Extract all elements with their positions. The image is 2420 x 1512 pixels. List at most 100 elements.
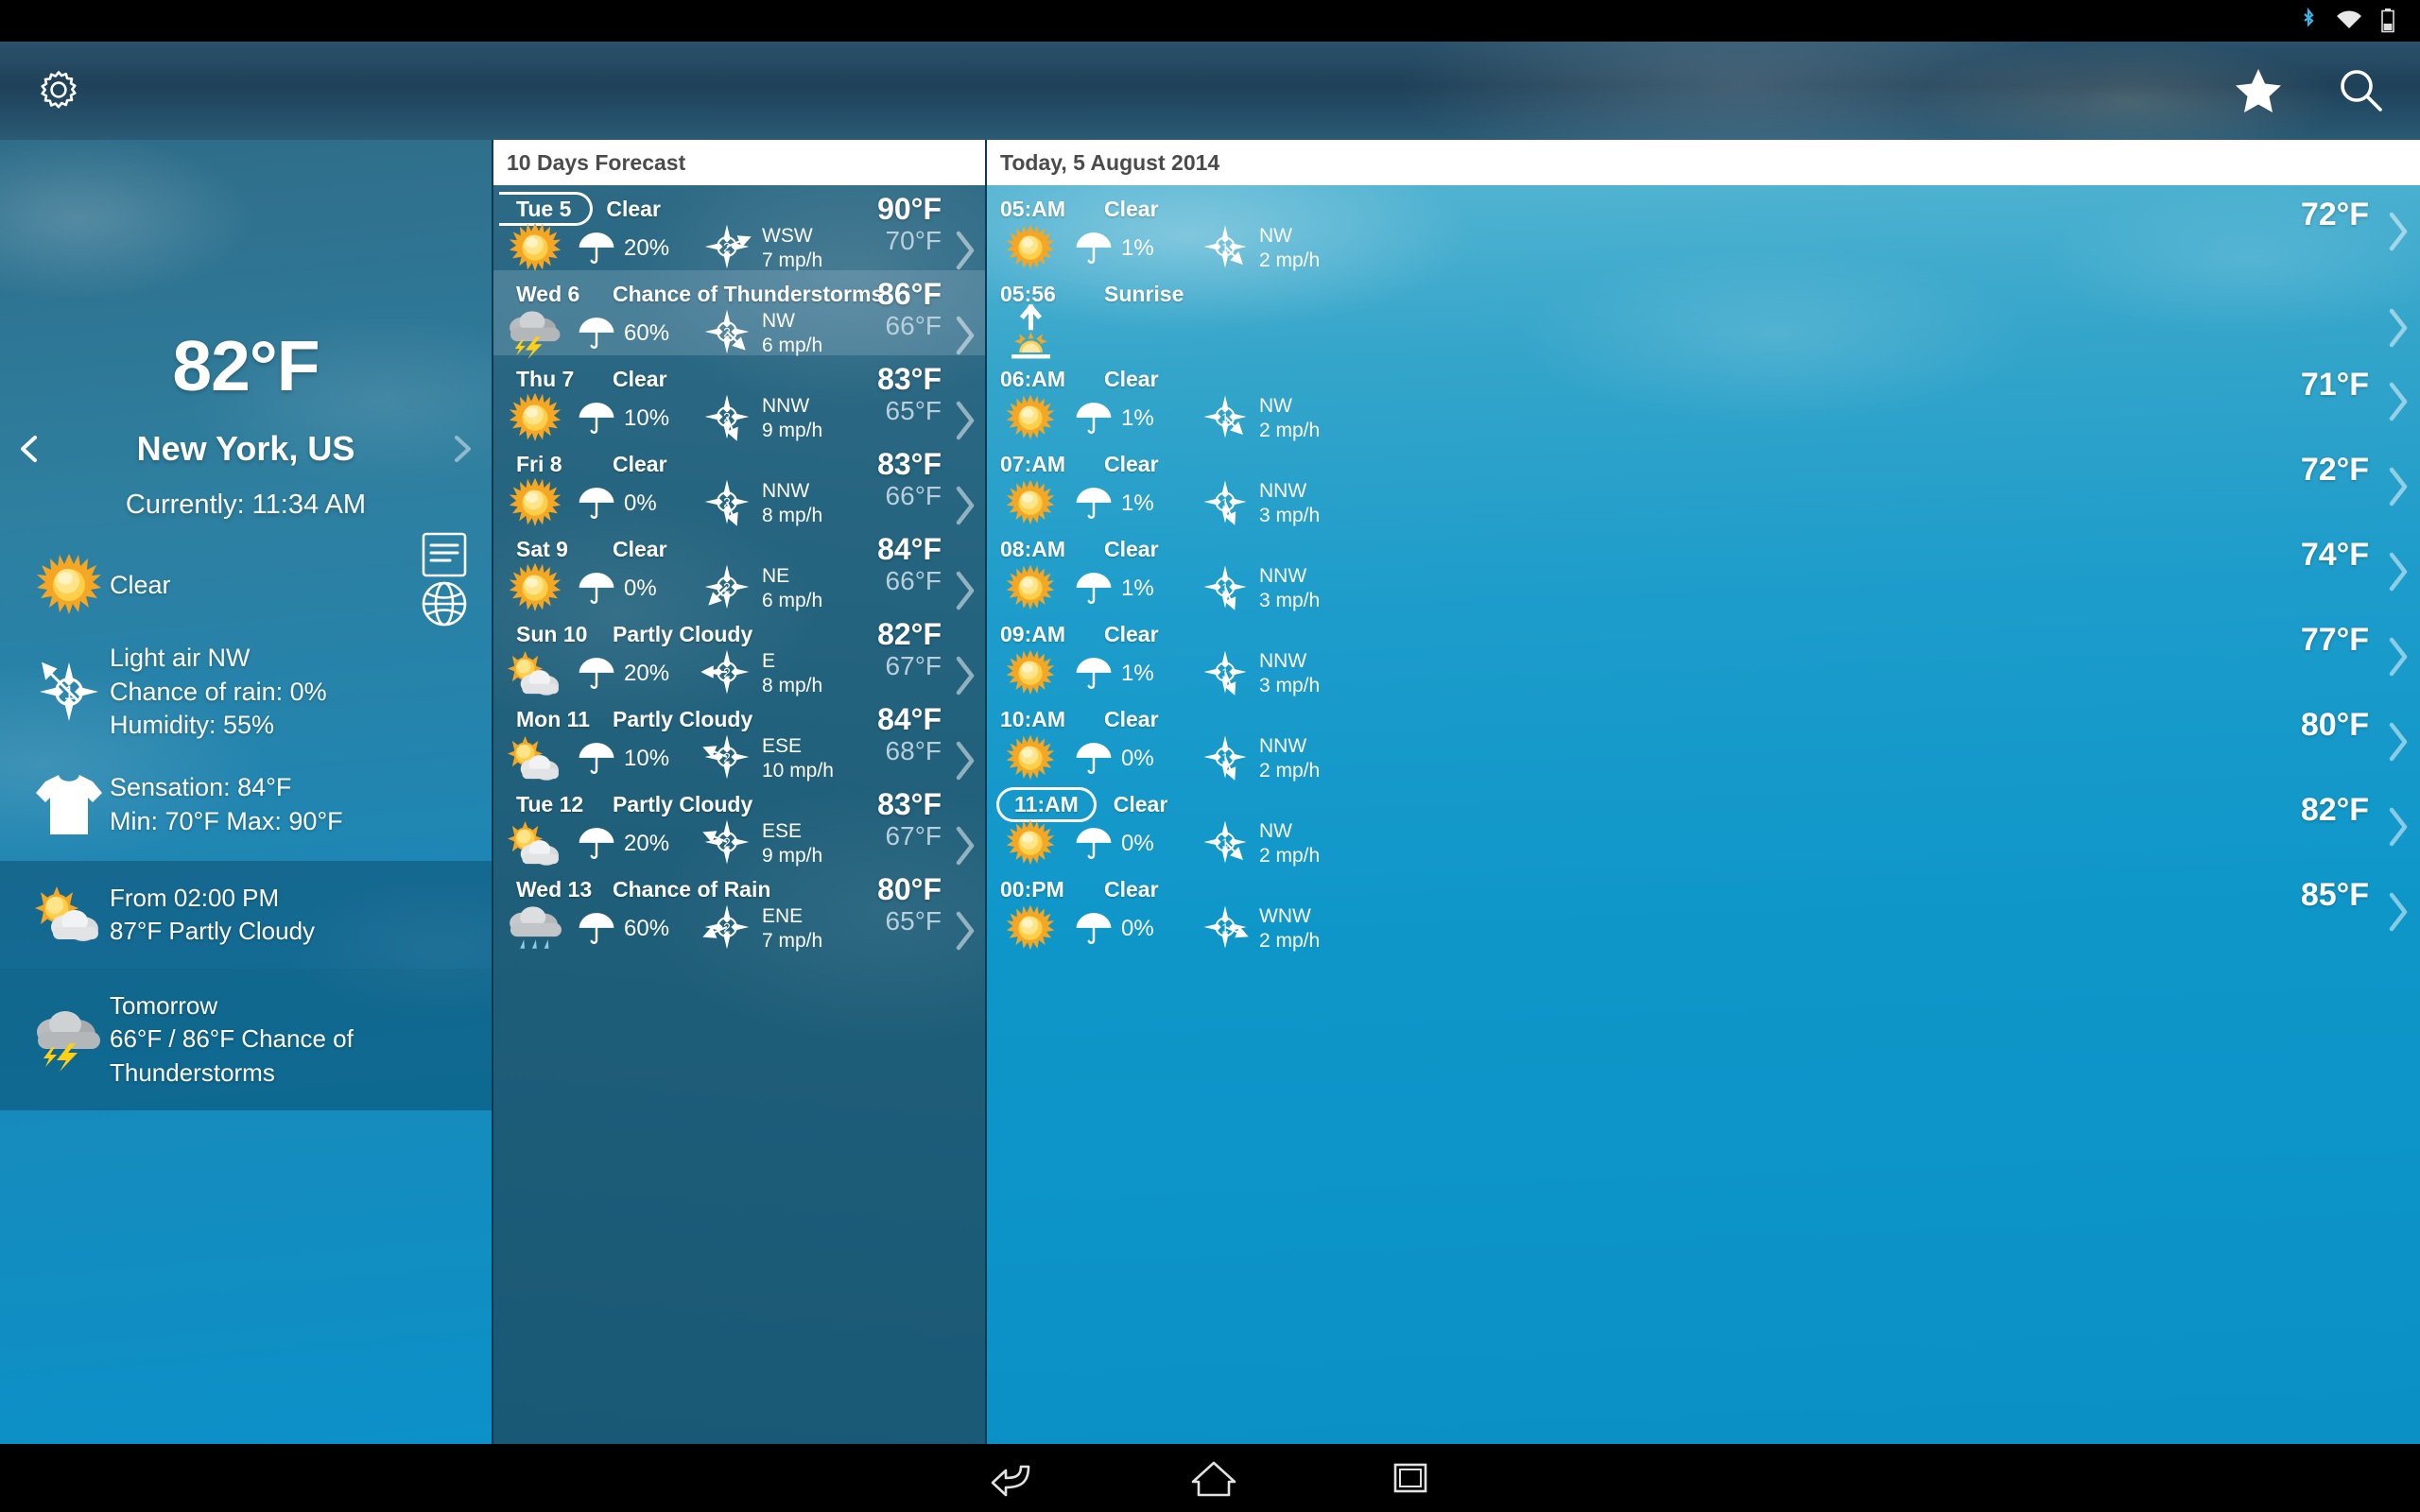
umbrella-icon [577, 227, 616, 271]
forecast-wind-direction: WSW [762, 225, 813, 248]
hourly-temp: 72°F [2300, 452, 2369, 488]
forecast-condition: Partly Cloudy [613, 621, 753, 646]
app-bar [0, 42, 2420, 140]
partly-cloudy-icon [493, 820, 577, 868]
forecast-wind-direction: NNW [762, 395, 810, 418]
forecast-day-row[interactable]: Sat 9 Clear 0% 2 NE 6 mp/h [493, 525, 985, 611]
forecast-day-row[interactable]: Tue 12 Partly Cloudy 20% 2 ESE 9 mp/h 83… [493, 781, 985, 868]
compass-icon: 2 [700, 646, 752, 702]
forecast-day-row[interactable]: Wed 6 Chance of Thunderstorms 60% 2 [493, 270, 985, 360]
upcoming-time: From 02:00 PM [110, 884, 280, 913]
current-conditions-panel: 82°F New York, US Currently: 11:34 AM Cl… [0, 140, 492, 1444]
star-icon[interactable] [2233, 65, 2284, 116]
hourly-row[interactable]: 08:AM Clear 1% 1 [987, 525, 2420, 611]
hourly-temp: 71°F [2300, 367, 2369, 403]
sunrise-row[interactable]: 05:56 Sunrise [987, 270, 2420, 359]
hourly-time: 10:AM [1000, 706, 1066, 731]
current-details: Clear 1 Light air NW Chance of rain: 0% … [0, 521, 492, 861]
android-nav-bar [0, 1444, 2420, 1512]
umbrella-icon [577, 567, 616, 611]
compass-icon: 2 [701, 816, 752, 872]
forecast-rain-chance: 0% [624, 576, 657, 601]
hourly-rain-chance: 0% [1121, 916, 1154, 941]
umbrella-icon [1074, 907, 1114, 952]
home-icon[interactable] [1189, 1457, 1238, 1499]
forecast-day-row[interactable]: Mon 11 Partly Cloudy 10% 2 ESE 10 mp/h 8… [493, 696, 985, 782]
forecast-condition: Clear [613, 536, 667, 561]
hourly-row[interactable]: 07:AM Clear 1% 1 [987, 440, 2420, 526]
svg-text:2: 2 [723, 834, 731, 850]
hourly-rain-chance: 0% [1121, 746, 1154, 771]
forecast-day-row[interactable]: Sun 10 Partly Cloudy 20% 2 E [493, 610, 985, 696]
chevron-right-icon[interactable] [2386, 465, 2411, 513]
forecast-day-row[interactable]: Fri 8 Clear 0% 2 NNW 8 mp/ [493, 440, 985, 526]
forecast-day-row[interactable]: Thu 7 Clear 10% 2 NNW 9 mp [493, 355, 985, 441]
forecast-day-label: Fri 8 [516, 451, 562, 476]
umbrella-icon [577, 652, 616, 696]
forecast-condition: Chance of Rain [613, 876, 771, 902]
condition-row: Clear [0, 532, 492, 619]
forecast-day-row[interactable]: Tue 5 Clear 20% 2 WSW 7 mp/h 90°F 70°F [493, 185, 985, 271]
sun-icon [987, 734, 1074, 783]
chevron-right-icon[interactable] [2386, 890, 2411, 938]
sun-icon [987, 649, 1074, 698]
chevron-right-icon[interactable] [2386, 306, 2411, 354]
hourly-wind-direction: NNW [1259, 480, 1307, 503]
compass-icon: 1 [1201, 562, 1250, 616]
hourly-condition: Clear [1104, 536, 1159, 561]
back-icon[interactable] [987, 1457, 1040, 1499]
chevron-right-icon[interactable] [2386, 805, 2411, 853]
compass-icon: 1 [1201, 222, 1250, 276]
sun-icon [987, 394, 1074, 443]
compass-icon: 2 [701, 391, 752, 447]
forecast-low-temp: 70°F [885, 226, 942, 256]
forecast-wind-direction: ENE [762, 905, 804, 928]
hourly-row[interactable]: 00:PM Clear 0% 1 WNW 2 mp/h 85°F [987, 866, 2420, 952]
hourly-condition: Clear [1104, 876, 1159, 902]
forecast-low-temp: 66°F [885, 566, 942, 596]
forecast-rain-chance: 0% [624, 490, 657, 516]
hourly-row[interactable]: 10:AM Clear 0% 1 [987, 696, 2420, 783]
forecast-wind-speed: 6 mp/h [762, 335, 823, 356]
chevron-right-icon[interactable] [2386, 635, 2411, 683]
hourly-temp: 77°F [2300, 622, 2369, 658]
compass-icon: 2 [701, 731, 752, 787]
hourly-row[interactable]: 06:AM Clear 1% 1 NW 2 mp/h 71°F [987, 355, 2420, 443]
forecast-high-temp: 83°F [877, 447, 942, 481]
hourly-row[interactable]: 05:AM Clear 1% 1 NW 2 mp/h 72°F [987, 185, 2420, 271]
chevron-right-icon[interactable] [2386, 380, 2411, 428]
thunderstorm-icon [28, 1007, 110, 1072]
sunrise-time: 05:56 [1000, 281, 1056, 306]
hourly-list[interactable]: 05:AM Clear 1% 1 NW 2 mp/h 72°F 05:56 Su… [987, 185, 2420, 1444]
forecast-rain-chance: 20% [624, 831, 670, 856]
chevron-right-icon[interactable] [2386, 550, 2411, 598]
recents-icon[interactable] [1388, 1457, 1433, 1499]
tomorrow-card[interactable]: Tomorrow 66°F / 86°F Chance of Thunderst… [0, 969, 492, 1110]
hourly-title: Today, 5 August 2014 [1000, 149, 1220, 175]
upcoming-card[interactable]: From 02:00 PM 87°F Partly Cloudy [0, 861, 492, 970]
sunrise-icon [987, 303, 1074, 364]
globe-icon[interactable] [422, 581, 467, 627]
hourly-row[interactable]: 09:AM Clear 1% 1 [987, 610, 2420, 696]
umbrella-icon [577, 907, 616, 952]
hourly-rain-chance: 1% [1121, 405, 1154, 431]
chevron-right-icon[interactable] [2386, 720, 2411, 768]
chevron-right-icon[interactable] [953, 909, 977, 957]
upcoming-summary: 87°F Partly Cloudy [110, 917, 316, 946]
chevron-right-icon[interactable] [446, 433, 478, 465]
sun-icon [28, 553, 110, 619]
forecast-condition: Clear [613, 451, 667, 476]
min-max-temp: Min: 70°F Max: 90°F [110, 806, 343, 835]
chevron-left-icon[interactable] [13, 433, 45, 465]
forecast-list[interactable]: Tue 5 Clear 20% 2 WSW 7 mp/h 90°F 70°F W… [493, 185, 985, 1444]
search-icon[interactable] [2335, 65, 2386, 116]
hourly-row[interactable]: 11:AM Clear 0% 1 NW 2 mp/h 82°F [987, 781, 2420, 867]
chevron-right-icon[interactable] [2386, 210, 2411, 258]
forecast-wind-speed: 9 mp/h [762, 845, 823, 867]
compass-icon: 1 [1201, 477, 1250, 531]
compass-icon: 1 [1201, 902, 1250, 956]
forecast-day-row[interactable]: Wed 13 Chance of Rain 60% 2 ENE 7 mp/h 8… [493, 866, 985, 952]
list-icon[interactable] [422, 532, 467, 577]
forecast-condition: Clear [606, 196, 661, 221]
gear-icon[interactable] [34, 66, 83, 115]
